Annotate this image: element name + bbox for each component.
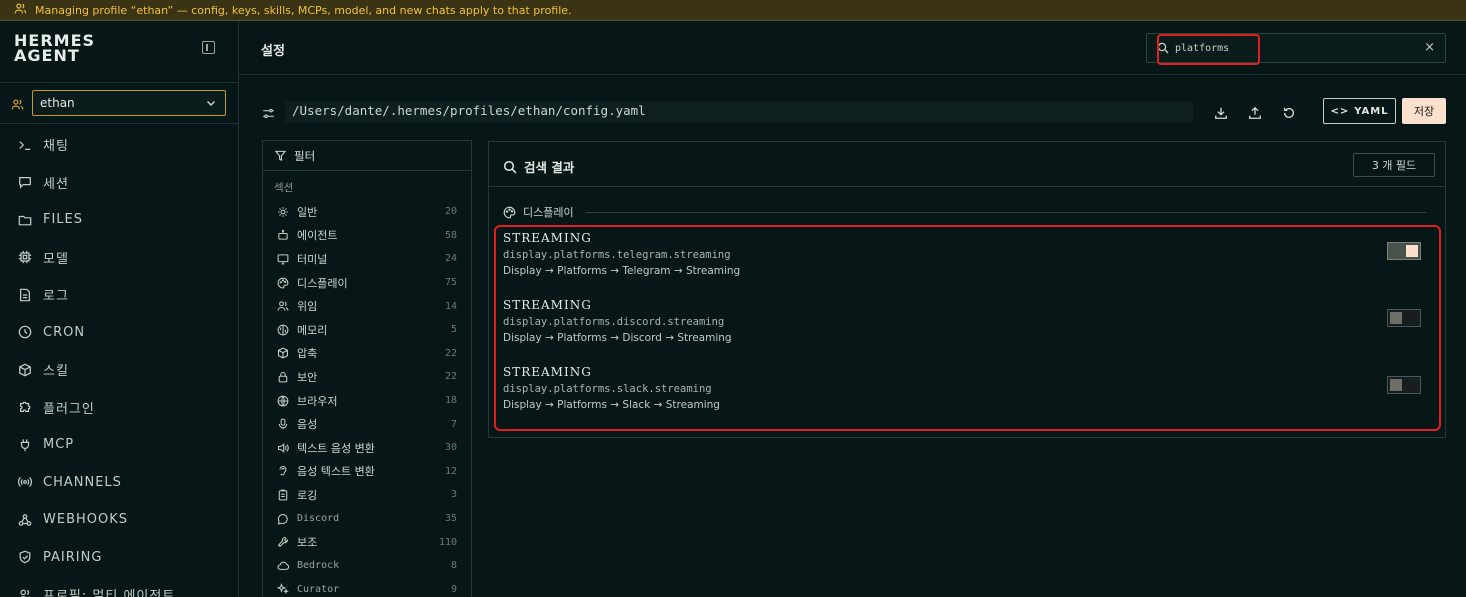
upload-icon[interactable] bbox=[1248, 106, 1262, 120]
cloud-icon bbox=[277, 561, 289, 570]
nav-item-models[interactable]: 모델 bbox=[0, 239, 239, 277]
results-header: 검색 결과 3 개 필드 bbox=[489, 142, 1445, 187]
clear-search-icon[interactable]: × bbox=[1424, 40, 1435, 55]
lock-icon bbox=[278, 371, 288, 383]
nav-item-cron[interactable]: CRON bbox=[0, 314, 239, 352]
filter-item-browser[interactable]: 브라우저 18 bbox=[263, 389, 471, 413]
sidebar-nav: 채팅 세션 FILES 모델 로그 CRON 스킬 플러그인 MCP CHANN… bbox=[0, 126, 239, 597]
highlight-box bbox=[494, 225, 1441, 431]
sliders-icon bbox=[262, 105, 275, 124]
package-icon bbox=[277, 347, 289, 359]
filter-item-auxiliary[interactable]: 보조 110 bbox=[263, 530, 471, 554]
chat-bubble-icon bbox=[19, 177, 31, 189]
section-label: 섹션 bbox=[274, 182, 294, 194]
reset-icon[interactable] bbox=[1282, 106, 1296, 120]
filter-item-stt[interactable]: 음성 텍스트 변환 12 bbox=[263, 460, 471, 484]
filter-item-tts[interactable]: 텍스트 음성 변환 30 bbox=[263, 436, 471, 460]
nav-item-chat[interactable]: 채팅 bbox=[0, 126, 239, 164]
plug-icon bbox=[20, 439, 30, 451]
results-title: 검색 결과 bbox=[503, 157, 574, 176]
config-toolbar: /Users/dante/.hermes/profiles/ethan/conf… bbox=[239, 93, 1466, 129]
profile-banner: Managing profile “ethan” — config, keys,… bbox=[0, 0, 1466, 21]
nav-item-webhooks[interactable]: WEBHOOKS bbox=[0, 501, 239, 539]
profile-select[interactable]: ethan bbox=[32, 90, 226, 116]
gear-icon bbox=[278, 206, 288, 217]
filter-item-delegation[interactable]: 위임 14 bbox=[263, 294, 471, 318]
cpu-icon bbox=[18, 251, 32, 264]
nav-item-pairing[interactable]: PAIRING bbox=[0, 539, 239, 577]
nav-item-profiles[interactable]: 프로필: 멀티 에이전트 bbox=[0, 576, 239, 597]
filter-item-display[interactable]: 디스플레이 75 bbox=[263, 271, 471, 295]
robot-icon bbox=[278, 230, 288, 241]
filter-item-discord[interactable]: Discord 35 bbox=[263, 507, 471, 531]
ear-icon bbox=[279, 466, 287, 476]
filter-item-bedrock[interactable]: Bedrock 8 bbox=[263, 554, 471, 578]
users-icon bbox=[11, 96, 24, 115]
users-icon bbox=[14, 2, 27, 18]
nav-item-skills[interactable]: 스킬 bbox=[0, 351, 239, 389]
yaml-button[interactable]: <> YAML bbox=[1323, 98, 1396, 124]
terminal-icon bbox=[19, 140, 31, 150]
message-circle-icon bbox=[277, 513, 288, 525]
nav-item-files[interactable]: FILES bbox=[0, 201, 239, 239]
filter-item-general[interactable]: 일반 20 bbox=[263, 200, 471, 224]
field-count-badge: 3 개 필드 bbox=[1353, 153, 1435, 177]
cube-icon bbox=[19, 363, 31, 377]
page-title: 설정 bbox=[261, 44, 285, 59]
search-icon bbox=[503, 160, 517, 174]
chevron-down-icon bbox=[206, 100, 216, 107]
group-divider bbox=[586, 212, 1426, 213]
sparkle-icon bbox=[277, 583, 289, 595]
brain-icon bbox=[277, 324, 289, 336]
speaker-icon bbox=[277, 442, 289, 453]
shield-check-icon bbox=[19, 550, 31, 564]
filter-header: 필터 bbox=[263, 141, 471, 171]
banner-text: Managing profile “ethan” — config, keys,… bbox=[35, 3, 572, 17]
filter-item-terminal[interactable]: 터미널 24 bbox=[263, 247, 471, 271]
nav-item-sessions[interactable]: 세션 bbox=[0, 164, 239, 202]
folder-icon bbox=[18, 215, 32, 226]
sidebar: HERMES AGENT ethan 채팅 세션 FILES 모델 로그 CRO… bbox=[0, 21, 239, 597]
monitor-icon bbox=[277, 254, 289, 265]
filter-item-agent[interactable]: 에이전트 58 bbox=[263, 224, 471, 248]
clock-icon bbox=[18, 325, 32, 339]
filter-item-compression[interactable]: 압축 22 bbox=[263, 342, 471, 366]
download-icon[interactable] bbox=[1214, 106, 1228, 120]
filter-item-logging[interactable]: 로깅 3 bbox=[263, 483, 471, 507]
microphone-icon bbox=[278, 418, 288, 430]
nav-item-logs[interactable]: 로그 bbox=[0, 276, 239, 314]
broadcast-icon bbox=[18, 477, 32, 488]
highlight-box bbox=[1157, 34, 1260, 65]
filter-icon bbox=[275, 150, 286, 161]
document-icon bbox=[20, 288, 30, 302]
nav-item-plugins[interactable]: 플러그인 bbox=[0, 389, 239, 427]
clipboard-icon bbox=[278, 489, 288, 501]
nav-item-mcp[interactable]: MCP bbox=[0, 426, 239, 464]
wrench-icon bbox=[277, 537, 289, 548]
webhook-icon bbox=[18, 513, 32, 526]
filter-item-curator[interactable]: Curator 9 bbox=[263, 578, 471, 597]
code-icon: <> bbox=[1330, 105, 1350, 117]
config-path: /Users/dante/.hermes/profiles/ethan/conf… bbox=[285, 101, 1193, 123]
profile-switcher: ethan bbox=[0, 82, 239, 124]
filter-item-memory[interactable]: 메모리 5 bbox=[263, 318, 471, 342]
users-icon bbox=[277, 301, 289, 311]
filter-item-voice[interactable]: 음성 7 bbox=[263, 412, 471, 436]
group-label-display: 디스플레이 bbox=[503, 204, 574, 220]
save-button[interactable]: 저장 bbox=[1402, 98, 1446, 124]
puzzle-icon bbox=[20, 401, 31, 413]
globe-icon bbox=[277, 395, 289, 406]
sidebar-collapse-icon[interactable] bbox=[202, 41, 215, 54]
filter-item-security[interactable]: 보안 22 bbox=[263, 365, 471, 389]
palette-icon bbox=[277, 277, 289, 288]
app-logo: HERMES AGENT bbox=[14, 31, 96, 65]
top-bar: 설정 × bbox=[239, 21, 1466, 75]
palette-icon bbox=[503, 206, 516, 218]
nav-item-channels[interactable]: CHANNELS bbox=[0, 464, 239, 502]
users-icon bbox=[20, 589, 31, 597]
filter-panel: 필터 섹션 일반 20 에이전트 58 터미널 24 디스플레이 75 위임 14 메모리… bbox=[262, 140, 472, 597]
